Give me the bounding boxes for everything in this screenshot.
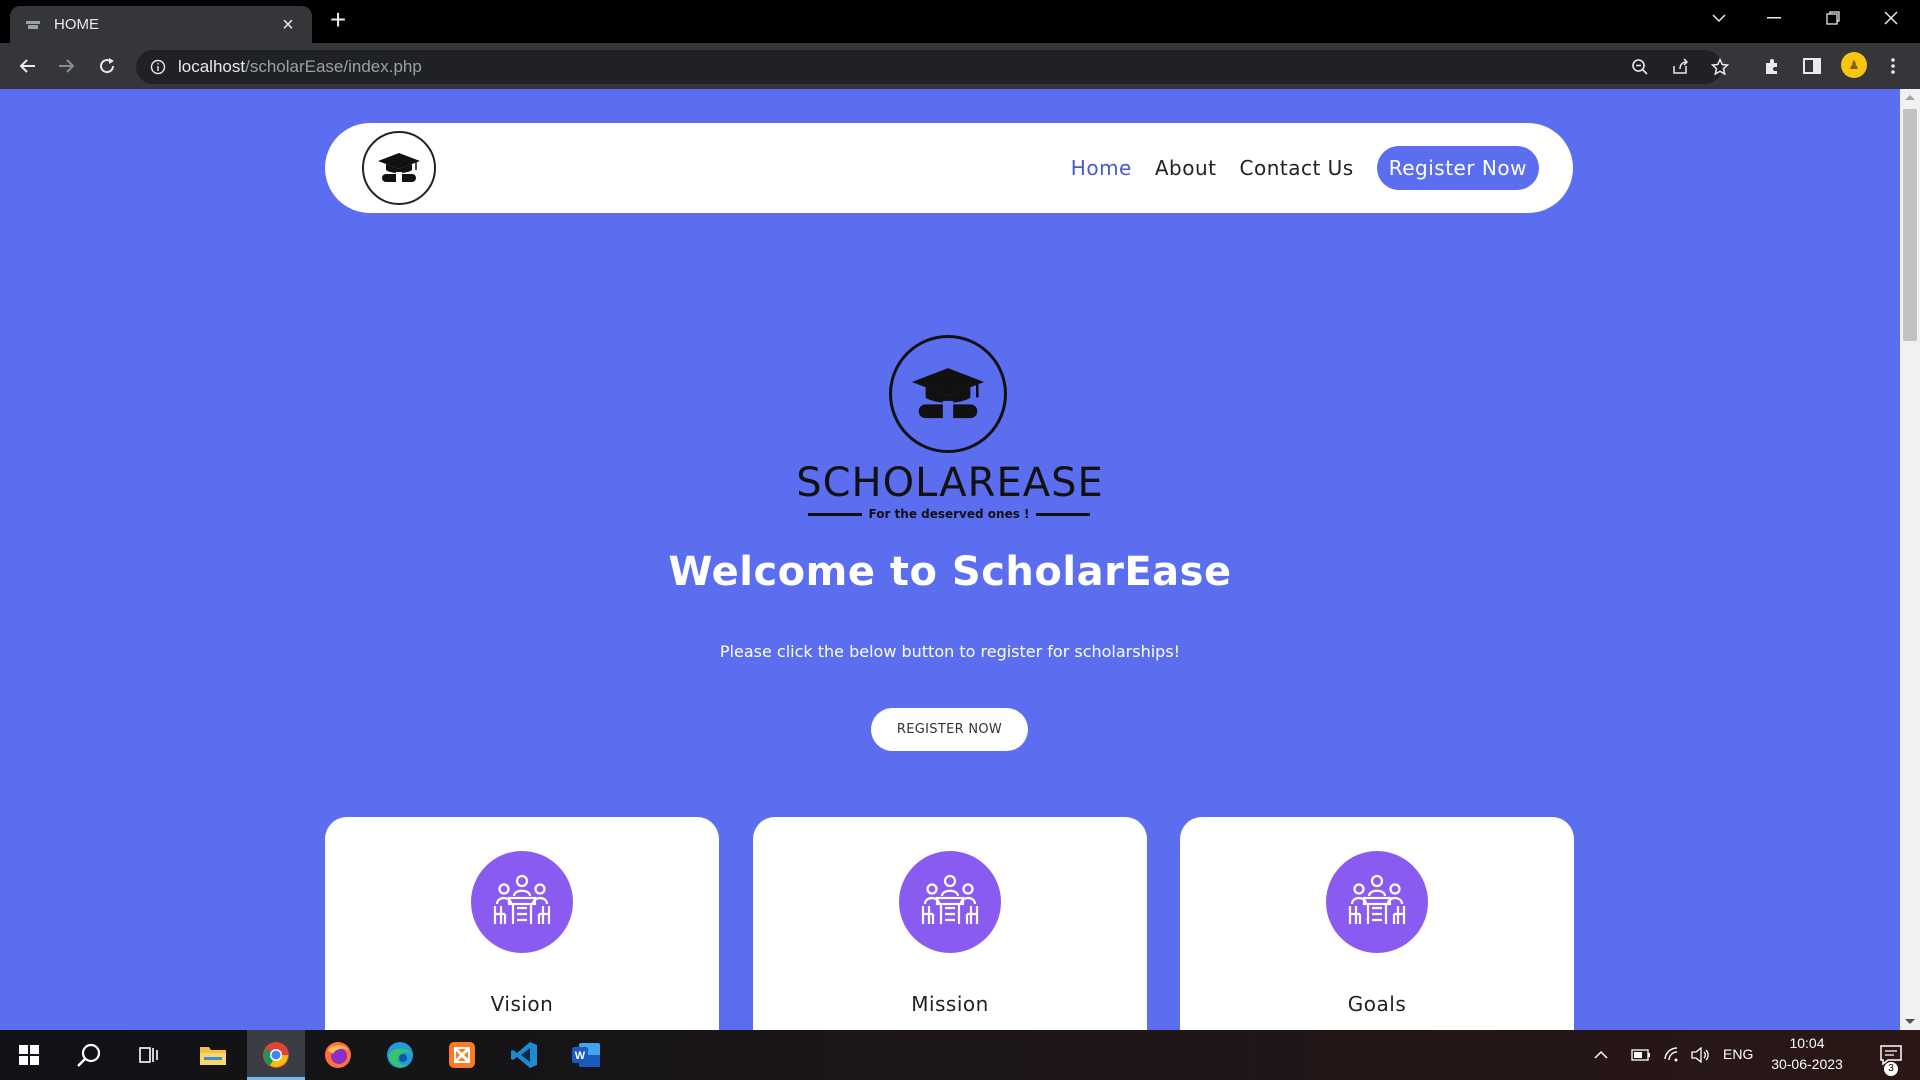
vision-card[interactable]: Vision	[325, 817, 719, 1030]
taskbar-clock[interactable]: 10:04 30-06-2023	[1762, 1033, 1852, 1075]
show-hidden-icons-icon[interactable]	[1586, 1030, 1616, 1080]
goals-card[interactable]: Goals	[1180, 817, 1574, 1030]
clock-date: 30-06-2023	[1771, 1056, 1843, 1072]
tagline-divider	[808, 512, 863, 516]
hero-logo	[889, 335, 1007, 453]
side-panel-icon[interactable]	[1798, 52, 1826, 80]
page-viewport: Home About Contact Us Register Now SCHOL…	[0, 89, 1900, 1030]
tagline-divider	[1035, 512, 1090, 516]
chrome-taskbar-icon[interactable]	[247, 1030, 305, 1080]
welcome-heading: Welcome to ScholarEase	[668, 549, 1232, 595]
page-favicon-icon	[26, 20, 40, 29]
graduation-cap-icon	[911, 368, 985, 422]
browser-tab[interactable]: HOME ×	[10, 6, 312, 43]
hero-subtitle: Please click the below button to registe…	[719, 642, 1181, 661]
tab-search-icon[interactable]	[1690, 0, 1748, 36]
share-icon[interactable]	[1667, 54, 1693, 80]
nav-contact-link[interactable]: Contact Us	[1240, 156, 1354, 180]
card-title: Mission	[911, 992, 989, 1016]
start-button[interactable]	[0, 1030, 58, 1080]
chrome-menu-icon[interactable]	[1879, 52, 1907, 80]
word-icon[interactable]: W	[557, 1030, 615, 1080]
restore-icon[interactable]	[1804, 0, 1862, 36]
browser-tabstrip: HOME × +	[0, 0, 1920, 43]
nav-about-link[interactable]: About	[1155, 156, 1217, 180]
battery-icon[interactable]	[1626, 1030, 1656, 1080]
minimize-icon[interactable]	[1745, 0, 1803, 36]
task-view-icon[interactable]	[120, 1030, 178, 1080]
windows-logo-icon	[19, 1045, 39, 1065]
notification-count-badge: 3	[1884, 1062, 1898, 1076]
file-explorer-icon[interactable]	[184, 1030, 242, 1080]
brand-tagline-row: For the deserved ones !	[808, 503, 1090, 525]
input-language[interactable]: ENG	[1723, 1046, 1753, 1062]
back-icon[interactable]	[13, 52, 41, 80]
scroll-down-icon[interactable]	[1905, 1019, 1915, 1024]
scroll-up-icon[interactable]	[1905, 95, 1915, 100]
wifi-icon[interactable]	[1658, 1030, 1688, 1080]
zoom-icon[interactable]	[1627, 54, 1653, 80]
svg-text:W: W	[575, 1050, 586, 1062]
card-icon-circle	[899, 851, 1001, 953]
xampp-icon[interactable]	[433, 1030, 491, 1080]
site-info-icon[interactable]	[150, 59, 166, 75]
extensions-icon[interactable]	[1758, 52, 1786, 80]
firefox-icon[interactable]	[309, 1030, 367, 1080]
scrollbar-thumb[interactable]	[1903, 109, 1917, 341]
card-title: Goals	[1347, 992, 1407, 1016]
windows-taskbar: W ENG	[0, 1030, 1920, 1080]
close-window-icon[interactable]	[1862, 0, 1920, 36]
site-logo[interactable]	[362, 131, 436, 205]
mission-card[interactable]: Mission	[753, 817, 1147, 1030]
card-title: Vision	[490, 992, 554, 1016]
url-text: localhost/scholarEase/index.php	[178, 57, 422, 76]
search-icon[interactable]	[60, 1030, 118, 1080]
brand-wordmark: SCHOLAREASE	[796, 460, 1104, 506]
register-now-button[interactable]: REGISTER NOW	[871, 708, 1028, 751]
profile-avatar[interactable]: ♟	[1841, 52, 1867, 78]
forward-icon[interactable]	[53, 52, 81, 80]
address-bar[interactable]: localhost/scholarEase/index.php	[136, 50, 1729, 84]
close-tab-icon[interactable]: ×	[278, 15, 298, 35]
browser-toolbar: localhost/scholarEase/index.php	[0, 43, 1920, 89]
brand-tagline: For the deserved ones !	[868, 507, 1030, 521]
page-scrollbar[interactable]	[1900, 89, 1920, 1030]
tab-title: HOME	[54, 16, 99, 33]
reload-icon[interactable]	[93, 52, 121, 80]
clock-time: 10:04	[1789, 1035, 1825, 1051]
edge-icon[interactable]	[371, 1030, 429, 1080]
card-icon-circle	[1326, 851, 1428, 953]
site-navbar: Home About Contact Us Register Now	[325, 123, 1573, 213]
card-icon-circle	[471, 851, 573, 953]
vscode-icon[interactable]	[495, 1030, 553, 1080]
nav-home-link[interactable]: Home	[1071, 156, 1132, 180]
meeting-icon	[1348, 874, 1406, 924]
meeting-icon	[493, 874, 551, 924]
nav-register-button[interactable]: Register Now	[1376, 146, 1539, 190]
new-tab-icon[interactable]: +	[324, 6, 352, 34]
bookmark-star-icon[interactable]	[1707, 54, 1733, 80]
graduation-cap-icon	[378, 153, 420, 184]
meeting-icon	[921, 874, 979, 924]
nav-links: Home About Contact Us Register Now	[1071, 146, 1539, 190]
volume-icon[interactable]	[1685, 1030, 1715, 1080]
